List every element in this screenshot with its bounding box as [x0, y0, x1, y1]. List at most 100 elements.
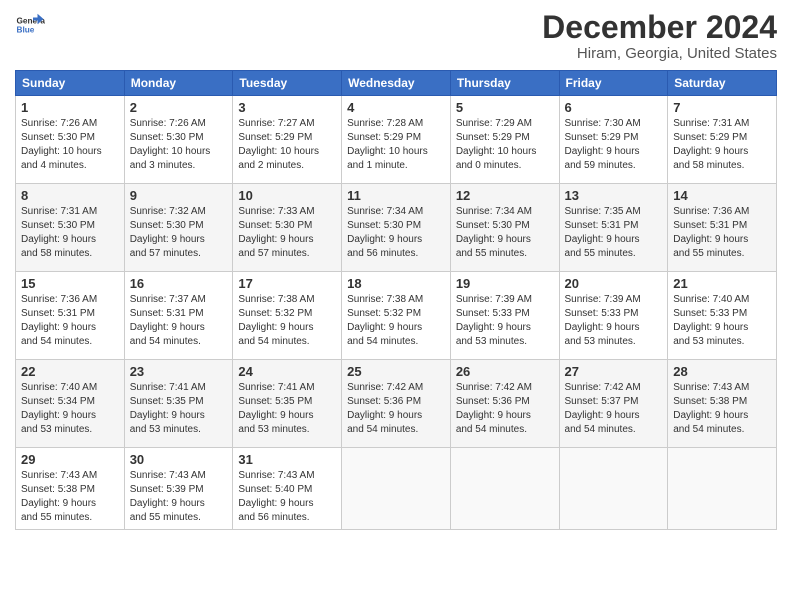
day-number: 23	[130, 364, 228, 379]
day-info: Sunrise: 7:38 AM Sunset: 5:32 PM Dayligh…	[238, 293, 336, 349]
day-number: 8	[21, 188, 119, 203]
day-info: Sunrise: 7:26 AM Sunset: 5:30 PM Dayligh…	[130, 117, 228, 173]
day-number: 18	[347, 276, 445, 291]
day-info: Sunrise: 7:27 AM Sunset: 5:29 PM Dayligh…	[238, 117, 336, 173]
calendar-table: Sunday Monday Tuesday Wednesday Thursday…	[15, 70, 777, 530]
table-row: 20Sunrise: 7:39 AM Sunset: 5:33 PM Dayli…	[559, 272, 668, 360]
day-number: 16	[130, 276, 228, 291]
day-info: Sunrise: 7:39 AM Sunset: 5:33 PM Dayligh…	[565, 293, 663, 349]
logo: General Blue	[15, 10, 45, 40]
calendar-header-row: Sunday Monday Tuesday Wednesday Thursday…	[16, 71, 777, 96]
day-number: 2	[130, 100, 228, 115]
table-row: 27 Sunrise: 7:42 AM Sunset: 5:37 PM Dayli…	[559, 360, 668, 448]
day-info: Sunrise: 7:34 AM Sunset: 5:30 PM Dayligh…	[456, 205, 554, 261]
day-number: 26	[456, 364, 554, 379]
day-info: Sunrise: 7:42 AM Sunset: 5:36 PM Dayligh…	[456, 381, 554, 437]
table-row: 19 Sunrise: 7:39 AM Sunset: 5:33 PM Dayli…	[450, 272, 559, 360]
day-number: 6	[565, 100, 663, 115]
logo-icon: General Blue	[15, 10, 45, 40]
day-number: 22	[21, 364, 119, 379]
table-row: 9Sunrise: 7:32 AM Sunset: 5:30 PM Daylig…	[124, 184, 233, 272]
day-info: Sunrise: 7:34 AM Sunset: 5:30 PM Dayligh…	[347, 205, 445, 261]
table-row: 10 Sunrise: 7:33 AM Sunset: 5:30 PM Dayli…	[233, 184, 342, 272]
table-row: 26 Sunrise: 7:42 AM Sunset: 5:36 PM Dayli…	[450, 360, 559, 448]
day-info: Sunrise: 7:43 AM Sunset: 5:38 PM Dayligh…	[21, 469, 119, 525]
header-tuesday: Tuesday	[233, 71, 342, 96]
day-info: Sunrise: 7:32 AM Sunset: 5:30 PM Dayligh…	[130, 205, 228, 261]
day-number: 10	[238, 188, 336, 203]
day-number: 31	[238, 452, 336, 467]
day-info: Sunrise: 7:30 AM Sunset: 5:29 PM Dayligh…	[565, 117, 663, 173]
table-row: 29 Sunrise: 7:43 AM Sunset: 5:38 PM Dayli…	[16, 448, 125, 530]
day-info: Sunrise: 7:39 AM Sunset: 5:33 PM Dayligh…	[456, 293, 554, 349]
table-row: 7Sunrise: 7:31 AM Sunset: 5:29 PM Daylig…	[668, 96, 777, 184]
day-number: 11	[347, 188, 445, 203]
day-info: Sunrise: 7:26 AM Sunset: 5:30 PM Dayligh…	[21, 117, 119, 173]
day-info: Sunrise: 7:35 AM Sunset: 5:31 PM Dayligh…	[565, 205, 663, 261]
header-friday: Friday	[559, 71, 668, 96]
day-info: Sunrise: 7:41 AM Sunset: 5:35 PM Dayligh…	[130, 381, 228, 437]
table-row: 24 Sunrise: 7:41 AM Sunset: 5:35 PM Dayli…	[233, 360, 342, 448]
table-row: 22Sunrise: 7:40 AM Sunset: 5:34 PM Dayli…	[16, 360, 125, 448]
day-number: 5	[456, 100, 554, 115]
title-area: December 2024 Hiram, Georgia, United Sta…	[542, 10, 777, 62]
day-info: Sunrise: 7:41 AM Sunset: 5:35 PM Dayligh…	[238, 381, 336, 437]
day-info: Sunrise: 7:40 AM Sunset: 5:33 PM Dayligh…	[673, 293, 771, 349]
header-monday: Monday	[124, 71, 233, 96]
day-number: 28	[673, 364, 771, 379]
page-header: General Blue December 2024 Hiram, Georgi…	[15, 10, 777, 62]
header-saturday: Saturday	[668, 71, 777, 96]
table-row: 6 Sunrise: 7:30 AM Sunset: 5:29 PM Daylig…	[559, 96, 668, 184]
day-info: Sunrise: 7:42 AM Sunset: 5:37 PM Dayligh…	[565, 381, 663, 437]
table-row: 8 Sunrise: 7:31 AM Sunset: 5:30 PM Daylig…	[16, 184, 125, 272]
day-number: 15	[21, 276, 119, 291]
table-row: 5Sunrise: 7:29 AM Sunset: 5:29 PM Daylig…	[450, 96, 559, 184]
day-number: 19	[456, 276, 554, 291]
day-info: Sunrise: 7:43 AM Sunset: 5:40 PM Dayligh…	[238, 469, 336, 525]
day-info: Sunrise: 7:37 AM Sunset: 5:31 PM Dayligh…	[130, 293, 228, 349]
day-number: 1	[21, 100, 119, 115]
header-wednesday: Wednesday	[342, 71, 451, 96]
day-info: Sunrise: 7:42 AM Sunset: 5:36 PM Dayligh…	[347, 381, 445, 437]
day-info: Sunrise: 7:31 AM Sunset: 5:29 PM Dayligh…	[673, 117, 771, 173]
table-row: 17 Sunrise: 7:38 AM Sunset: 5:32 PM Dayli…	[233, 272, 342, 360]
table-row: 13 Sunrise: 7:35 AM Sunset: 5:31 PM Dayli…	[559, 184, 668, 272]
month-title: December 2024	[542, 10, 777, 45]
day-info: Sunrise: 7:31 AM Sunset: 5:30 PM Dayligh…	[21, 205, 119, 261]
table-row: 4Sunrise: 7:28 AM Sunset: 5:29 PM Daylig…	[342, 96, 451, 184]
day-info: Sunrise: 7:36 AM Sunset: 5:31 PM Dayligh…	[673, 205, 771, 261]
table-row: 16 Sunrise: 7:37 AM Sunset: 5:31 PM Dayli…	[124, 272, 233, 360]
table-row: 21 Sunrise: 7:40 AM Sunset: 5:33 PM Dayli…	[668, 272, 777, 360]
table-row: 18 Sunrise: 7:38 AM Sunset: 5:32 PM Dayli…	[342, 272, 451, 360]
table-row: 2 Sunrise: 7:26 AM Sunset: 5:30 PM Daylig…	[124, 96, 233, 184]
day-number: 3	[238, 100, 336, 115]
day-number: 24	[238, 364, 336, 379]
day-number: 29	[21, 452, 119, 467]
table-row: 15 Sunrise: 7:36 AM Sunset: 5:31 PM Dayli…	[16, 272, 125, 360]
day-number: 25	[347, 364, 445, 379]
day-number: 21	[673, 276, 771, 291]
day-number: 27	[565, 364, 663, 379]
table-row: 14 Sunrise: 7:36 AM Sunset: 5:31 PM Dayli…	[668, 184, 777, 272]
day-number: 30	[130, 452, 228, 467]
day-number: 4	[347, 100, 445, 115]
day-info: Sunrise: 7:43 AM Sunset: 5:38 PM Dayligh…	[673, 381, 771, 437]
day-number: 13	[565, 188, 663, 203]
day-number: 14	[673, 188, 771, 203]
header-sunday: Sunday	[16, 71, 125, 96]
day-info: Sunrise: 7:36 AM Sunset: 5:31 PM Dayligh…	[21, 293, 119, 349]
location: Hiram, Georgia, United States	[542, 45, 777, 62]
table-row: 23 Sunrise: 7:41 AM Sunset: 5:35 PM Dayli…	[124, 360, 233, 448]
table-row: 12Sunrise: 7:34 AM Sunset: 5:30 PM Dayli…	[450, 184, 559, 272]
day-info: Sunrise: 7:33 AM Sunset: 5:30 PM Dayligh…	[238, 205, 336, 261]
table-row: 30Sunrise: 7:43 AM Sunset: 5:39 PM Dayli…	[124, 448, 233, 530]
header-thursday: Thursday	[450, 71, 559, 96]
table-row: 31 Sunrise: 7:43 AM Sunset: 5:40 PM Dayli…	[233, 448, 342, 530]
day-number: 17	[238, 276, 336, 291]
table-row: 25 Sunrise: 7:42 AM Sunset: 5:36 PM Dayli…	[342, 360, 451, 448]
table-row: 28 Sunrise: 7:43 AM Sunset: 5:38 PM Dayli…	[668, 360, 777, 448]
svg-text:Blue: Blue	[17, 26, 35, 35]
table-row	[450, 448, 559, 530]
day-info: Sunrise: 7:38 AM Sunset: 5:32 PM Dayligh…	[347, 293, 445, 349]
table-row: 1 Sunrise: 7:26 AM Sunset: 5:30 PM Daylig…	[16, 96, 125, 184]
